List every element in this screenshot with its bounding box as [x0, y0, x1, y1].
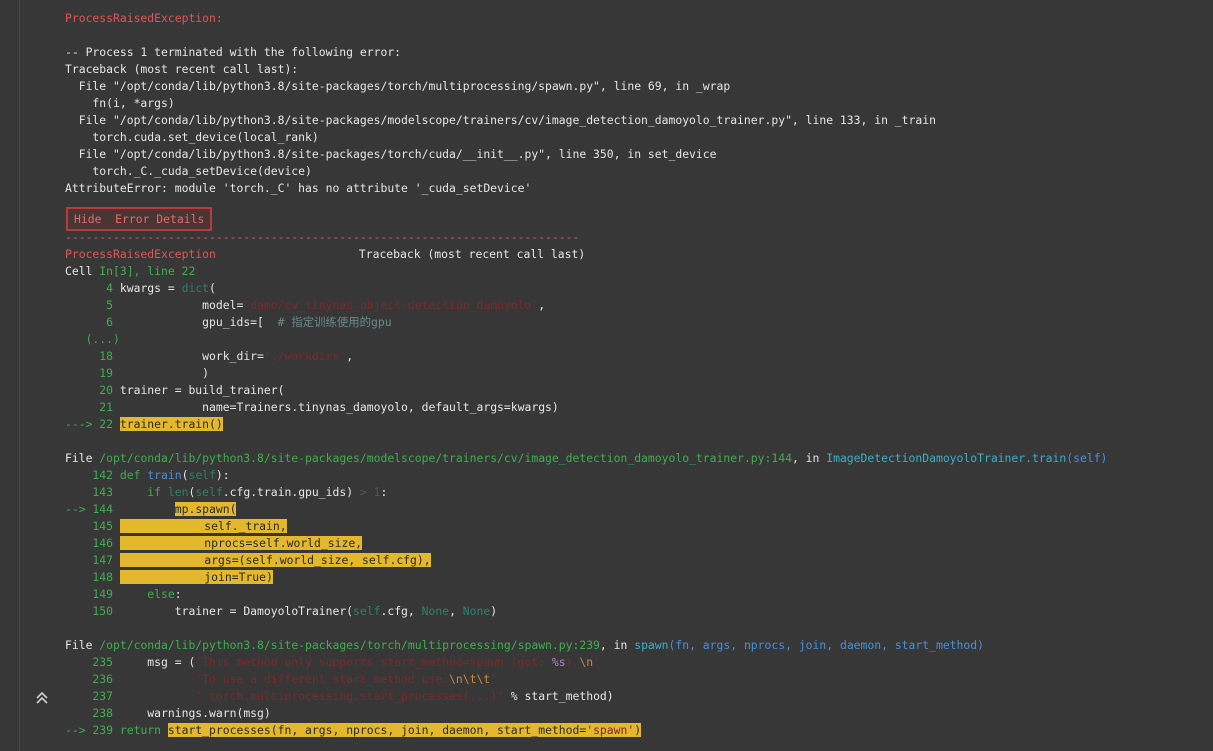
code-line: 236 'To use a different start_method use…: [65, 672, 498, 686]
code-line: 237 ' torch.multiprocessing.start_proces…: [65, 689, 614, 703]
code-line: 148 join=True): [65, 570, 273, 584]
code-line: 18 work_dir='./workdirs',: [65, 349, 354, 363]
trace-line: -- Process 1 terminated with the followi…: [65, 45, 402, 59]
double-chevron-up-icon: [36, 691, 48, 704]
trace-line: fn(i, *args): [65, 96, 175, 110]
cell-ref: In[3], line 22: [99, 264, 196, 278]
code-line: 4 kwargs = dict(: [65, 281, 216, 295]
code-line: 149 else:: [65, 587, 182, 601]
trace-line: torch._C._cuda_setDevice(device): [65, 164, 312, 178]
trace-line: File "/opt/conda/lib/python3.8/site-pack…: [65, 79, 731, 93]
hide-error-details-button[interactable]: Hide Error Details: [66, 207, 213, 231]
code-line: 147 args=(self.world_size, self.cfg),: [65, 553, 431, 567]
trace-line: torch.cuda.set_device(local_rank): [65, 130, 319, 144]
attribute-error-line: AttributeError: module 'torch._C' has no…: [65, 181, 532, 195]
code-line: 145 self._train,: [65, 519, 287, 533]
trace-line: Traceback (most recent call last):: [65, 62, 299, 76]
frame-header: File /opt/conda/lib/python3.8/site-packa…: [65, 638, 984, 652]
frame-path-link[interactable]: /opt/conda/lib/python3.8/site-packages/m…: [99, 451, 792, 465]
elided-lines: (...): [65, 332, 120, 346]
code-line: 5 model='damo/cv_tinynas_object-detectio…: [65, 298, 546, 312]
code-line: 20 trainer = build_trainer(: [65, 383, 285, 397]
trace-line: File "/opt/conda/lib/python3.8/site-pack…: [65, 113, 936, 127]
code-line-current: --> 239 return start_processes(fn, args,…: [65, 723, 642, 737]
code-line-current: --> 144 mp.spawn(: [65, 502, 237, 516]
code-line: 21 name=Trainers.tinynas_damoyolo, defau…: [65, 400, 559, 414]
traceback-label: Traceback (most recent call last): [358, 247, 586, 261]
cell-frame-header: Cell In[3], line 22: [65, 264, 196, 278]
error-header: ProcessRaisedException:: [65, 11, 223, 25]
code-line: 235 msg = ('This method only supports st…: [65, 655, 600, 669]
gutter-divider: [19, 0, 20, 751]
trace-line: File "/opt/conda/lib/python3.8/site-pack…: [65, 147, 717, 161]
highlighted-call: start_processes(fn, args, nprocs, join, …: [167, 723, 642, 737]
code-line: 143 if len(self.cfg.train.gpu_ids) > 1:: [65, 485, 388, 499]
highlighted-call: trainer.train(): [119, 417, 223, 431]
frame-header: File /opt/conda/lib/python3.8/site-packa…: [65, 451, 1108, 465]
code-line: 146 nprocs=self.world_size,: [65, 536, 363, 550]
code-line: 6 gpu_ids=[ # 指定训练使用的gpu: [65, 315, 392, 329]
exception-title-line: ProcessRaisedException Traceback (most re…: [65, 246, 585, 263]
code-line: 238 warnings.warn(msg): [65, 706, 271, 720]
exception-name: ProcessRaisedException: [65, 247, 216, 261]
code-line: 19 ): [65, 366, 210, 380]
code-line-current: ---> 22 trainer.train(): [65, 417, 223, 431]
frame-path-link[interactable]: /opt/conda/lib/python3.8/site-packages/t…: [99, 638, 600, 652]
code-line: 150 trainer = DamoyoloTrainer(self.cfg, …: [65, 604, 498, 618]
code-line: 142 def train(self):: [65, 468, 230, 482]
separator-line: ----------------------------------------…: [65, 230, 580, 244]
double-chevron-up-icon[interactable]: [34, 691, 50, 709]
